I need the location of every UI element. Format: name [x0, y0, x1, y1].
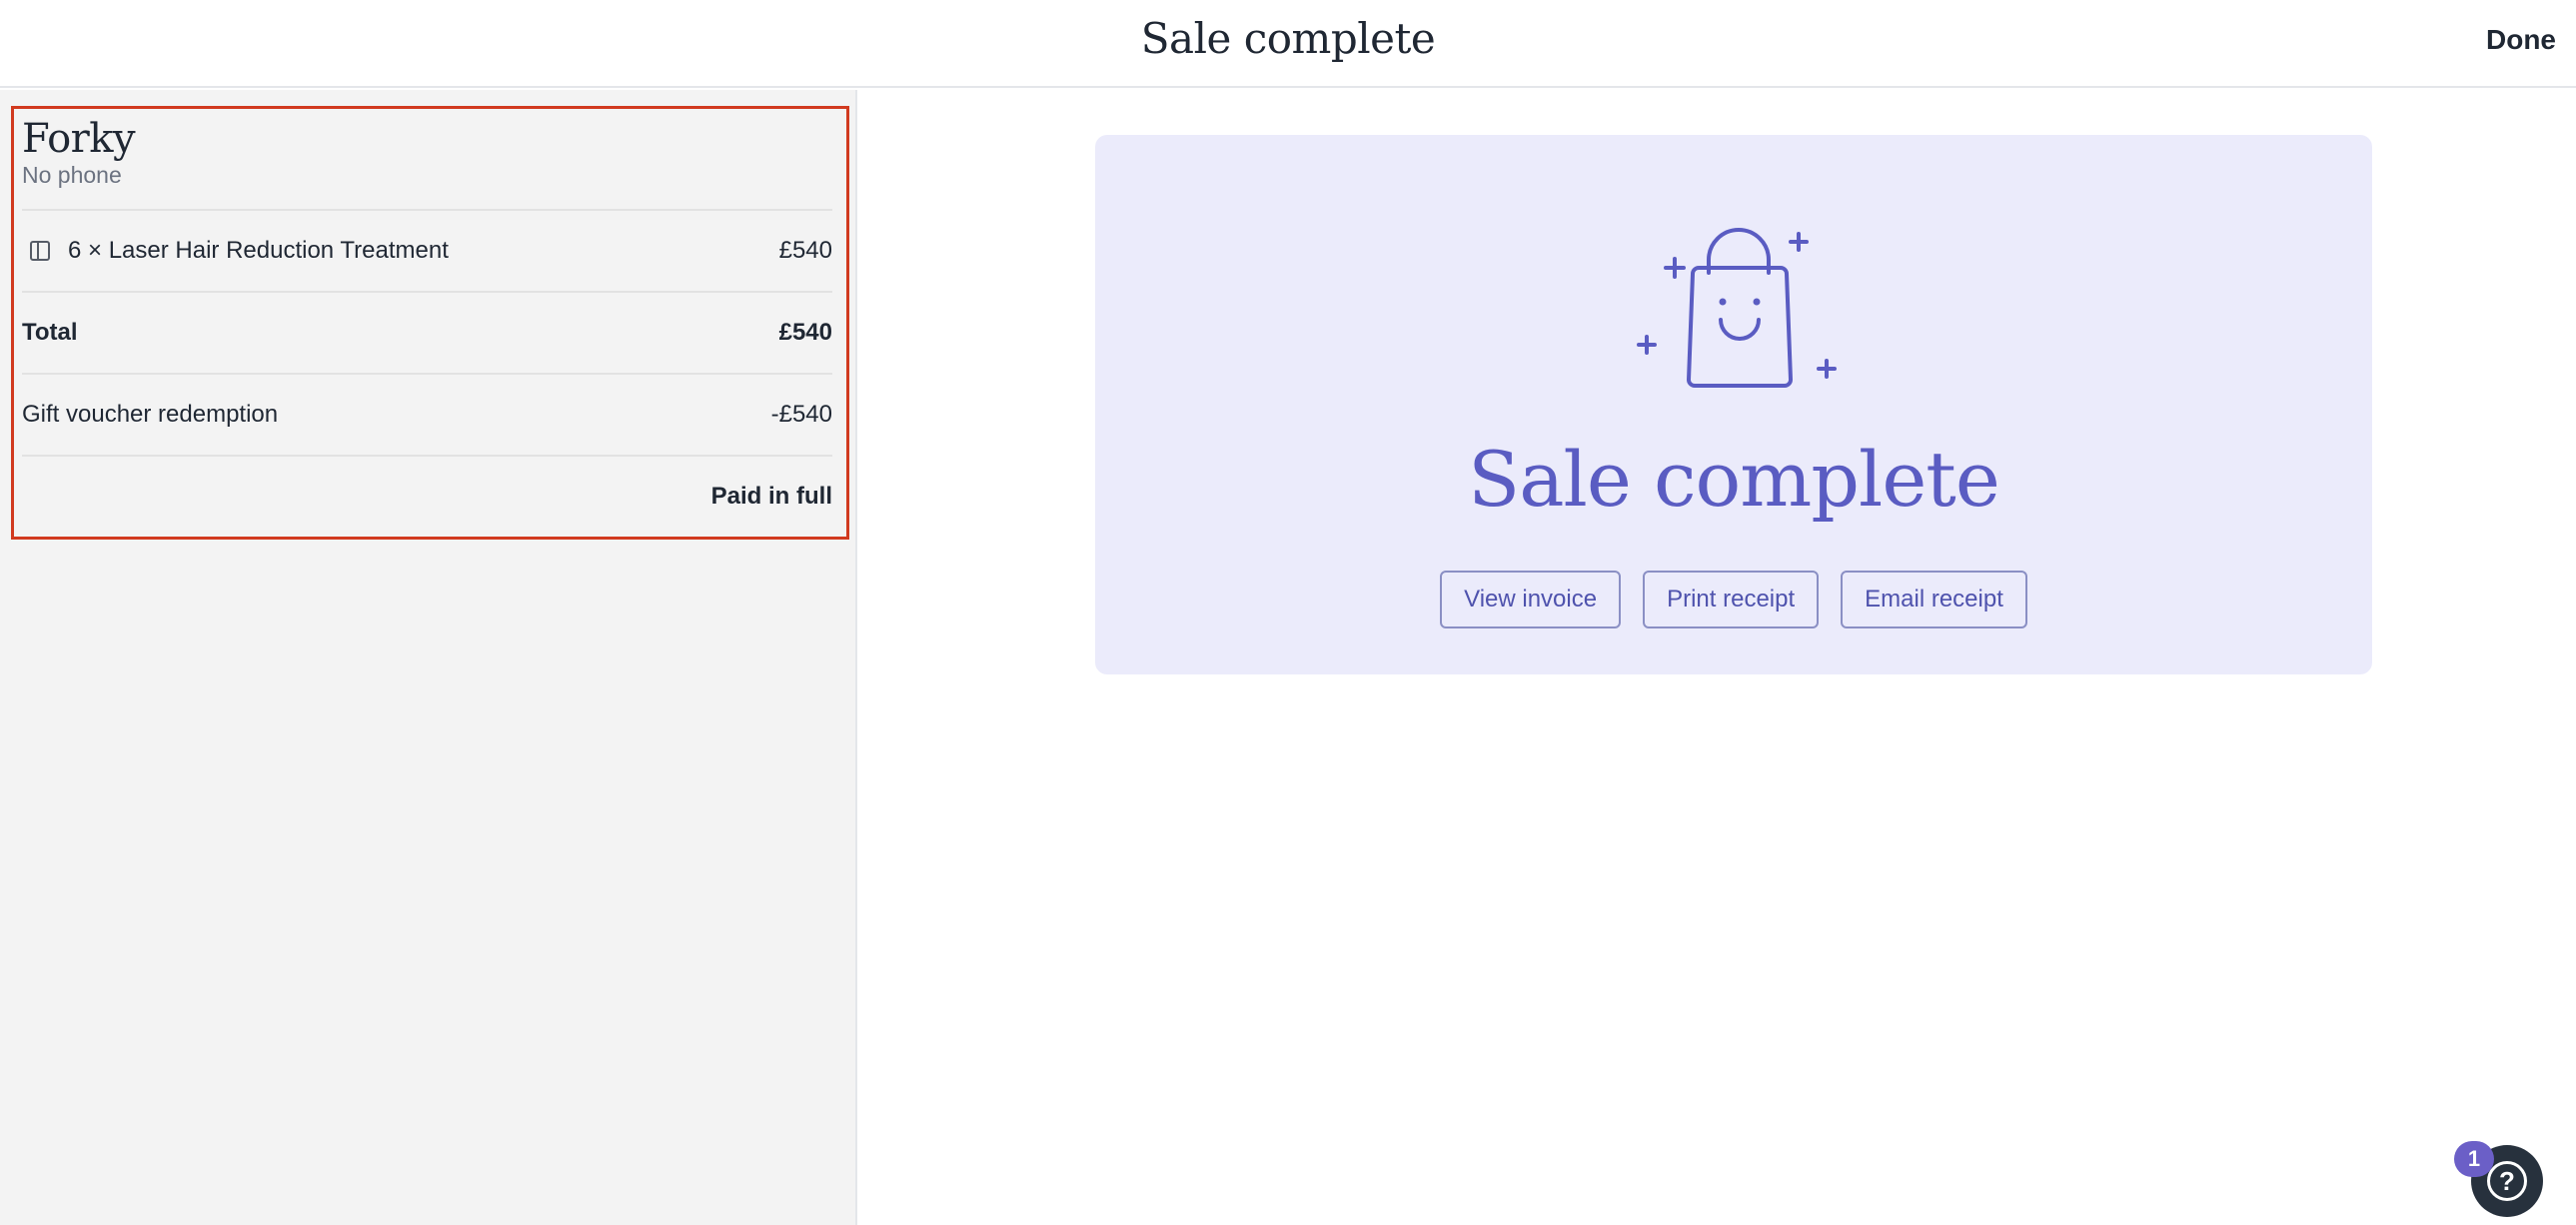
total-label: Total — [22, 319, 78, 346]
service-item-icon — [30, 241, 50, 261]
view-invoice-button[interactable]: View invoice — [1440, 571, 1622, 628]
sale-complete-card: Sale complete View invoice Print receipt… — [1095, 135, 2372, 674]
line-item-row: 6 × Laser Hair Reduction Treatment £540 — [22, 209, 832, 291]
question-mark-icon: ? — [2487, 1161, 2527, 1201]
main-content: Sale complete View invoice Print receipt… — [859, 90, 2576, 1225]
client-name[interactable]: Forky — [22, 117, 832, 161]
email-receipt-button[interactable]: Email receipt — [1841, 571, 2027, 628]
notification-badge: 1 — [2454, 1141, 2494, 1177]
shopping-bag-smile-icon — [1637, 228, 1837, 388]
print-receipt-button[interactable]: Print receipt — [1643, 571, 1820, 628]
line-item-price: £540 — [778, 237, 832, 264]
payment-status: Paid in full — [710, 483, 832, 510]
total-row: Total £540 — [22, 291, 832, 373]
top-bar: Sale complete Done — [0, 0, 2576, 88]
payment-status-row: Paid in full — [22, 455, 832, 537]
receipt-actions: View invoice Print receipt Email receipt — [1095, 571, 2372, 628]
voucher-label: Gift voucher redemption — [22, 401, 279, 428]
total-value: £540 — [778, 319, 832, 346]
client-phone: No phone — [22, 162, 122, 188]
sale-summary-panel: Forky No phone 6 × Laser Hair Reduction … — [0, 90, 857, 1225]
line-item-label: 6 × Laser Hair Reduction Treatment — [68, 237, 449, 264]
voucher-value: -£540 — [770, 401, 832, 428]
sale-complete-heading: Sale complete — [1468, 435, 2000, 524]
voucher-row: Gift voucher redemption -£540 — [22, 373, 832, 455]
done-button[interactable]: Done — [2486, 24, 2556, 56]
page-title: Sale complete — [1140, 14, 1436, 63]
sale-summary-box: Forky No phone 6 × Laser Hair Reduction … — [11, 106, 849, 540]
